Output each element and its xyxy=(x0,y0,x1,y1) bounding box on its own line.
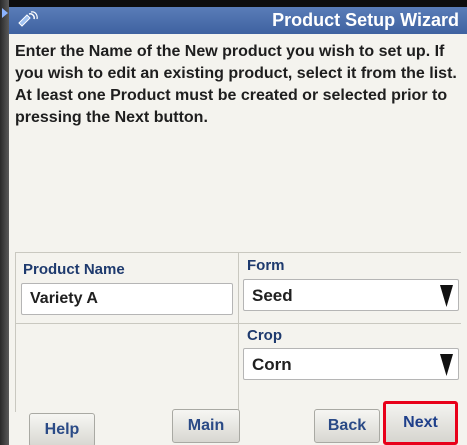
form-select-value: Seed xyxy=(252,286,293,305)
screen-bezel-left xyxy=(0,0,9,445)
next-button[interactable]: Next xyxy=(383,401,458,445)
form-divider xyxy=(238,252,239,412)
product-name-label: Product Name xyxy=(23,261,125,278)
form-divider xyxy=(15,252,16,412)
form-select[interactable]: Seed xyxy=(243,279,459,311)
bezel-indicator-icon xyxy=(2,8,8,18)
instructions-text: Enter the Name of the New product you wi… xyxy=(15,43,457,126)
crop-select[interactable]: Corn xyxy=(243,348,459,380)
crop-select-value: Corn xyxy=(252,355,292,374)
help-button[interactable]: Help xyxy=(29,413,95,445)
wizard-screen: Product Setup Wizard Enter the Name of t… xyxy=(9,7,467,445)
screen-bezel-top xyxy=(0,0,467,7)
main-button[interactable]: Main xyxy=(172,409,240,443)
form-label: Form xyxy=(247,257,285,274)
window-title: Product Setup Wizard xyxy=(272,10,459,30)
product-name-input[interactable] xyxy=(21,283,233,315)
crop-label: Crop xyxy=(247,327,282,344)
satellite-icon xyxy=(18,11,38,27)
dropdown-arrow-icon[interactable] xyxy=(439,352,454,378)
back-button[interactable]: Back xyxy=(314,409,380,443)
title-bar: Product Setup Wizard xyxy=(9,7,467,34)
dropdown-arrow-icon[interactable] xyxy=(439,283,454,309)
